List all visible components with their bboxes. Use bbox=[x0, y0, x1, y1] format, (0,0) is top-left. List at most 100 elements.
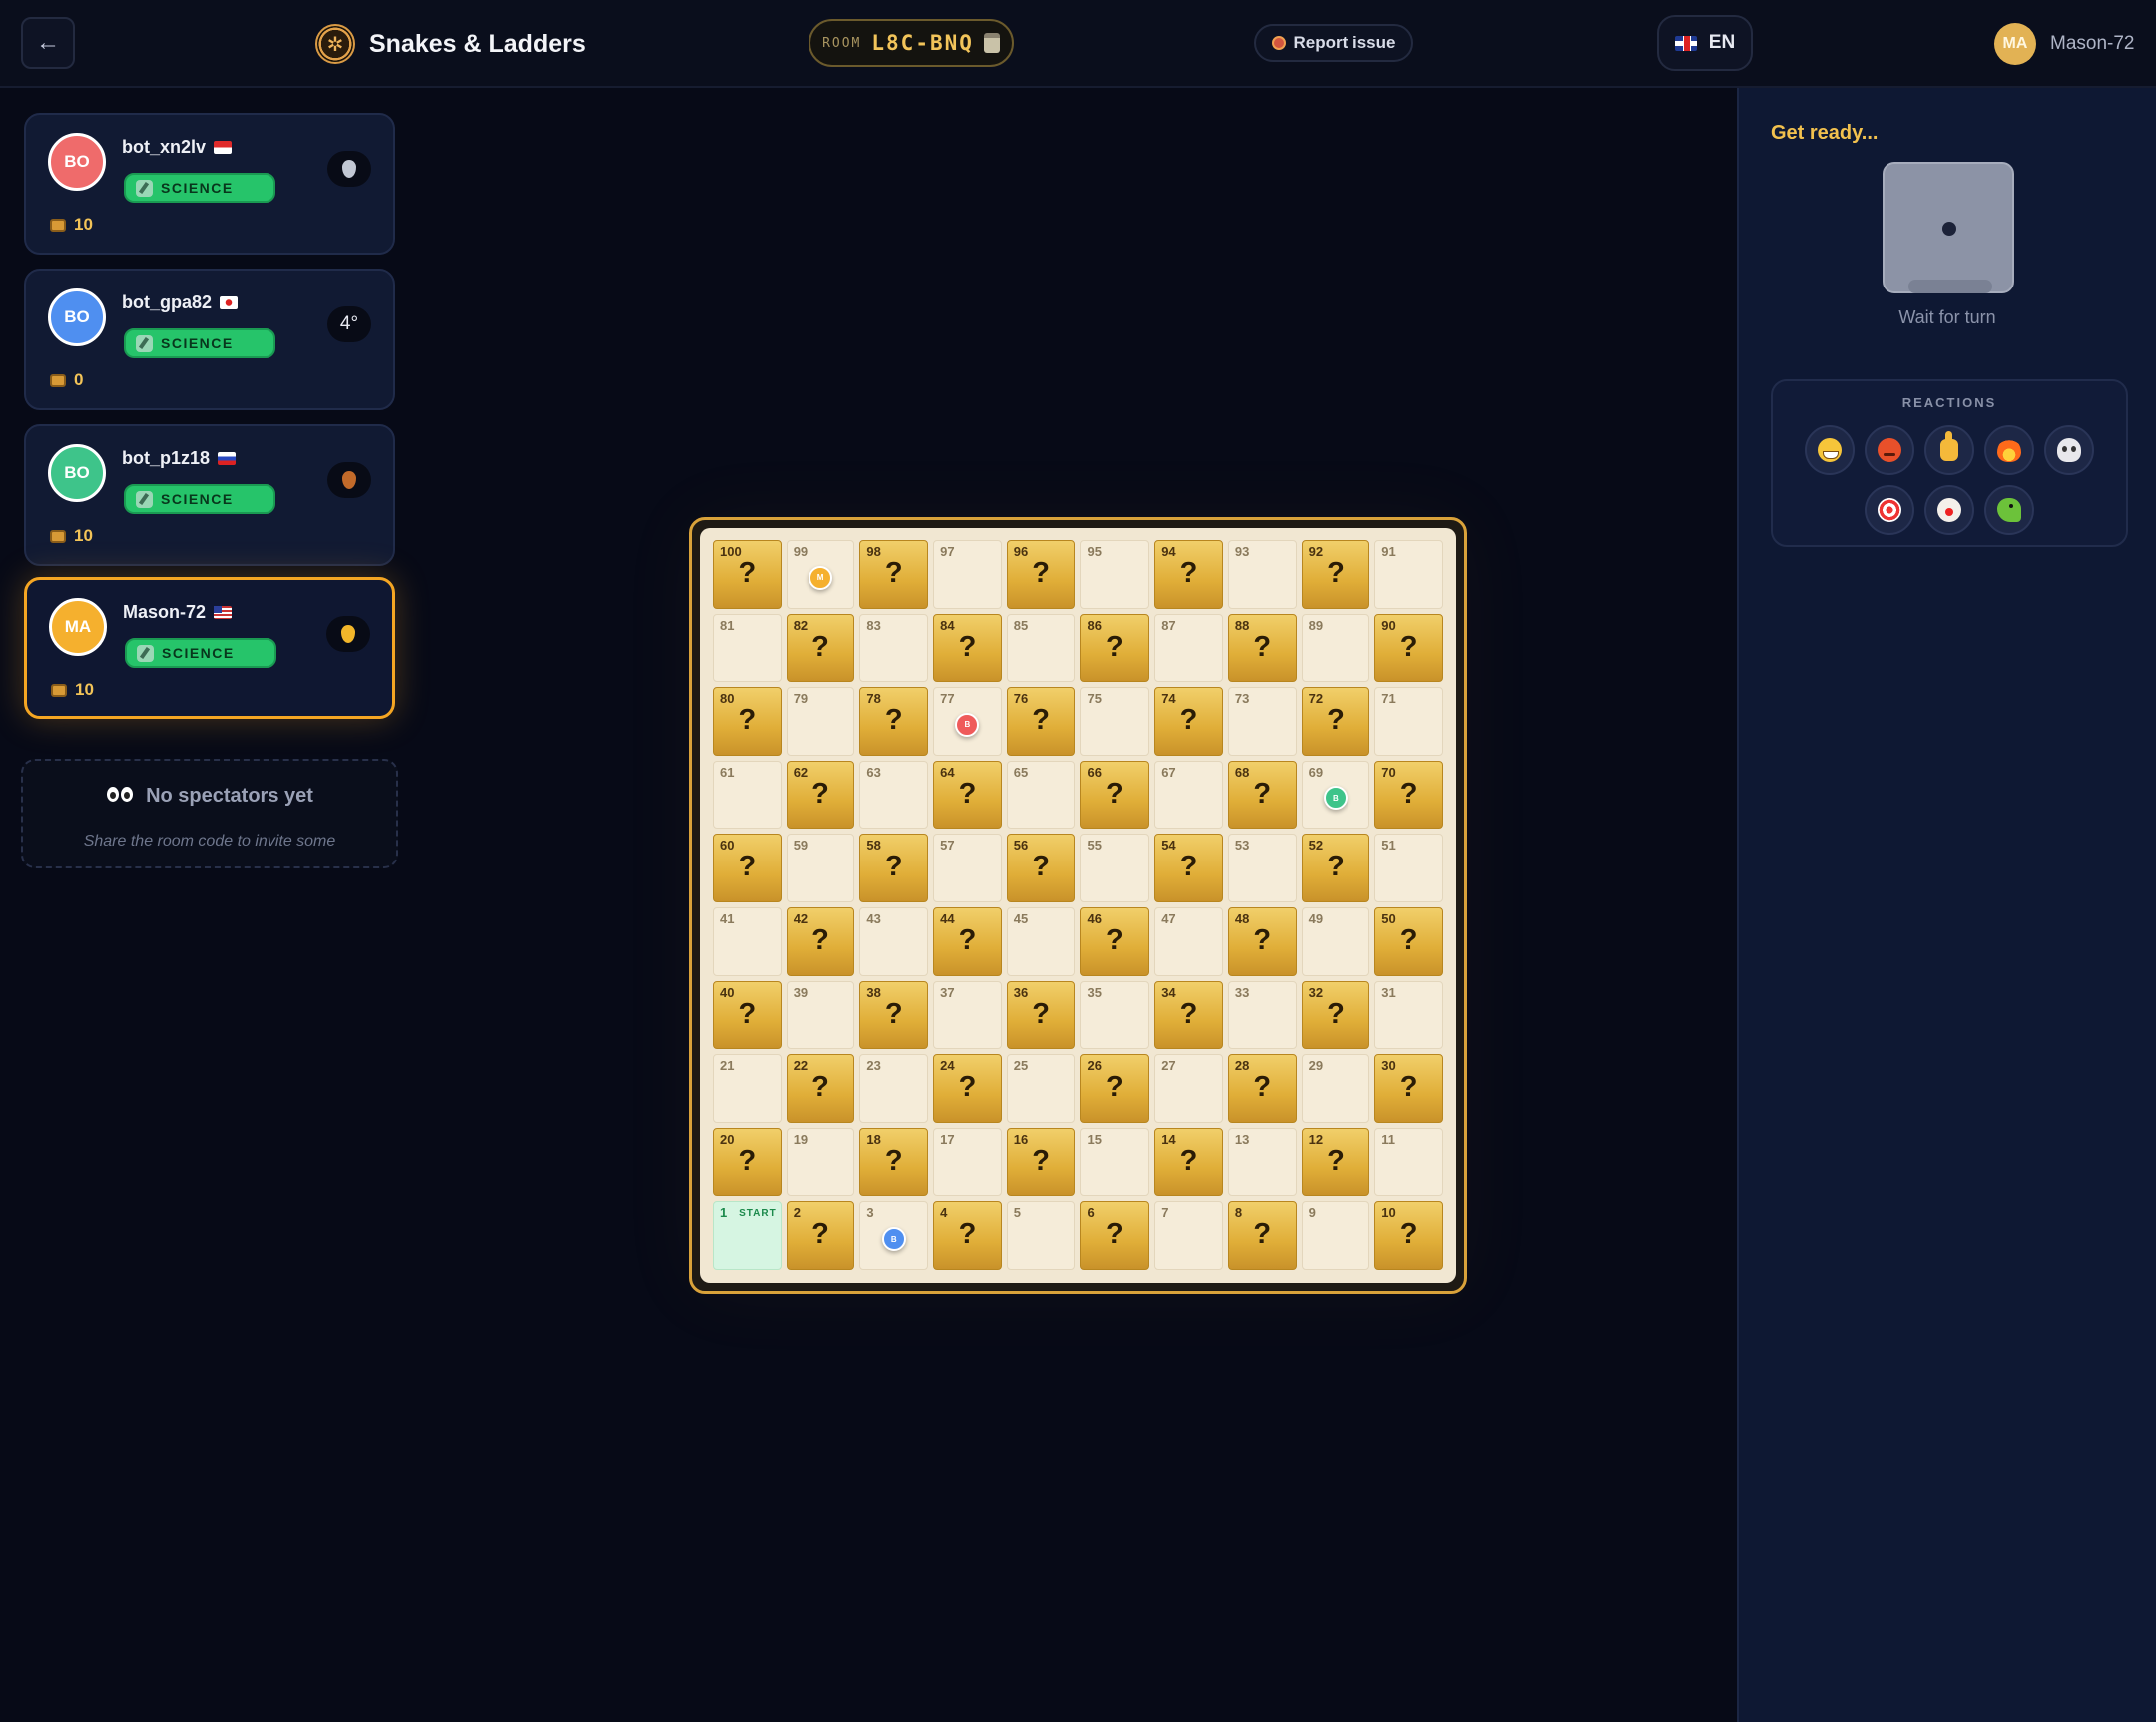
question-icon: ? bbox=[884, 557, 903, 589]
cell-number: 51 bbox=[1381, 838, 1396, 854]
board-cell: 63 bbox=[859, 760, 929, 830]
cell-number: 1 bbox=[720, 1205, 728, 1221]
medal-icon bbox=[342, 471, 356, 489]
board-cell: 37 bbox=[933, 980, 1002, 1050]
category-label: SCIENCE bbox=[162, 645, 235, 661]
cell-number: 95 bbox=[1087, 544, 1102, 559]
cell-number: 37 bbox=[940, 984, 955, 1000]
rank-text: 4° bbox=[339, 313, 359, 334]
cell-number: 67 bbox=[1161, 764, 1176, 780]
question-icon: ? bbox=[1253, 1071, 1272, 1104]
dice[interactable] bbox=[1883, 162, 2014, 293]
board-cell: 7 bbox=[1154, 1201, 1223, 1270]
rank-badge bbox=[327, 151, 371, 187]
board-cell: 50? bbox=[1374, 906, 1443, 976]
cell-number: 31 bbox=[1381, 984, 1396, 1000]
question-icon: ? bbox=[1253, 923, 1272, 956]
room-code-button[interactable]: ROOM L8C-BNQ bbox=[808, 19, 1014, 67]
board-cell: 99 M bbox=[786, 540, 855, 609]
angry-icon bbox=[1878, 438, 1901, 462]
cell-number: 43 bbox=[866, 910, 881, 926]
score-value: 10 bbox=[74, 526, 93, 545]
cell-number: 59 bbox=[793, 838, 808, 854]
cell-number: 9 bbox=[1308, 1205, 1316, 1221]
cell-number: 29 bbox=[1308, 1058, 1324, 1074]
cell-number: 47 bbox=[1161, 910, 1176, 926]
board-cell: 58? bbox=[859, 834, 929, 902]
player-card: BO bot_gpa82 SCIENCE 0 4° bbox=[24, 269, 395, 410]
question-icon: ? bbox=[1105, 1218, 1124, 1251]
dice-pip bbox=[1942, 222, 1956, 236]
cell-number: 73 bbox=[1234, 691, 1250, 707]
question-icon: ? bbox=[1253, 777, 1272, 810]
rank-badge bbox=[326, 616, 370, 652]
board-cell: 20? bbox=[713, 1127, 782, 1197]
board-cell: 39 bbox=[786, 980, 855, 1050]
question-icon: ? bbox=[1105, 923, 1124, 956]
question-icon: ? bbox=[811, 1071, 829, 1104]
cell-number: 69 bbox=[1308, 764, 1324, 780]
back-button[interactable]: ← bbox=[21, 17, 75, 69]
board-cell: 16? bbox=[1006, 1127, 1076, 1197]
cell-number: 71 bbox=[1381, 691, 1396, 707]
question-icon: ? bbox=[1399, 777, 1418, 810]
language-selector[interactable]: EN bbox=[1657, 15, 1753, 71]
board-cell: 92? bbox=[1301, 540, 1370, 609]
thumbs-up-icon bbox=[1940, 431, 1958, 461]
board-cell: 22? bbox=[786, 1054, 855, 1123]
reaction-button[interactable] bbox=[1984, 485, 2034, 535]
avatar: BO bbox=[48, 133, 106, 191]
question-icon: ? bbox=[738, 557, 757, 589]
report-issue-button[interactable]: Report issue bbox=[1254, 24, 1413, 62]
player-name: bot_gpa82 bbox=[122, 292, 239, 313]
question-icon: ? bbox=[958, 923, 977, 956]
reaction-button[interactable] bbox=[1805, 425, 1855, 475]
board-cell: 26? bbox=[1080, 1054, 1150, 1123]
board-cell: 43 bbox=[859, 906, 929, 976]
cell-number: 41 bbox=[720, 910, 735, 926]
board-cell: 70? bbox=[1374, 760, 1443, 830]
question-icon: ? bbox=[1032, 704, 1050, 737]
reaction-button[interactable] bbox=[1984, 425, 2034, 475]
cell-number: 19 bbox=[793, 1131, 808, 1147]
board-cell: 30? bbox=[1374, 1054, 1443, 1123]
board-cell: 9 bbox=[1301, 1201, 1370, 1270]
cell-number: 25 bbox=[1013, 1058, 1029, 1074]
reaction-button[interactable] bbox=[1924, 425, 1974, 475]
reaction-button[interactable] bbox=[2044, 425, 2094, 475]
board-cell: 51 bbox=[1374, 834, 1443, 902]
user-menu[interactable]: MA Mason-72 bbox=[1994, 22, 2135, 66]
player-name-text: bot_p1z18 bbox=[122, 448, 211, 468]
reaction-button[interactable] bbox=[1924, 485, 1974, 535]
reaction-button[interactable] bbox=[1865, 485, 1914, 535]
question-icon: ? bbox=[1105, 630, 1124, 663]
question-icon: ? bbox=[1179, 557, 1198, 589]
board-cell: 47 bbox=[1154, 906, 1223, 976]
board-cell: 45 bbox=[1006, 906, 1076, 976]
board-cell: 74? bbox=[1154, 687, 1223, 756]
turn-status: Get ready... bbox=[1771, 122, 1879, 144]
avatar: BO bbox=[48, 444, 106, 502]
wait-text: Wait for turn bbox=[1898, 307, 1996, 327]
cell-number: 11 bbox=[1381, 1131, 1396, 1147]
board-cell: 55 bbox=[1080, 834, 1150, 902]
board-cell: 97 bbox=[933, 540, 1002, 609]
question-icon: ? bbox=[1253, 1218, 1272, 1251]
player-score: 0 bbox=[50, 370, 83, 390]
question-icon: ? bbox=[884, 704, 903, 737]
app-title: Snakes & Ladders bbox=[369, 29, 586, 58]
board-cell: 68? bbox=[1227, 760, 1297, 830]
board-cell: 10? bbox=[1374, 1201, 1443, 1270]
spectators-title-text: No spectators yet bbox=[146, 785, 313, 807]
room-code: L8C-BNQ bbox=[871, 31, 974, 55]
cell-number: 97 bbox=[940, 544, 955, 559]
board-cell: 75 bbox=[1080, 687, 1150, 756]
cell-number: 35 bbox=[1087, 984, 1102, 1000]
player-name-text: bot_gpa82 bbox=[122, 292, 213, 312]
board-cell: 77 B bbox=[933, 687, 1002, 756]
cell-number: 23 bbox=[866, 1058, 881, 1074]
board-cell: 19 bbox=[786, 1127, 855, 1197]
reaction-button[interactable] bbox=[1865, 425, 1914, 475]
uk-flag-icon bbox=[1674, 35, 1697, 51]
board-cell: 38? bbox=[859, 980, 929, 1050]
